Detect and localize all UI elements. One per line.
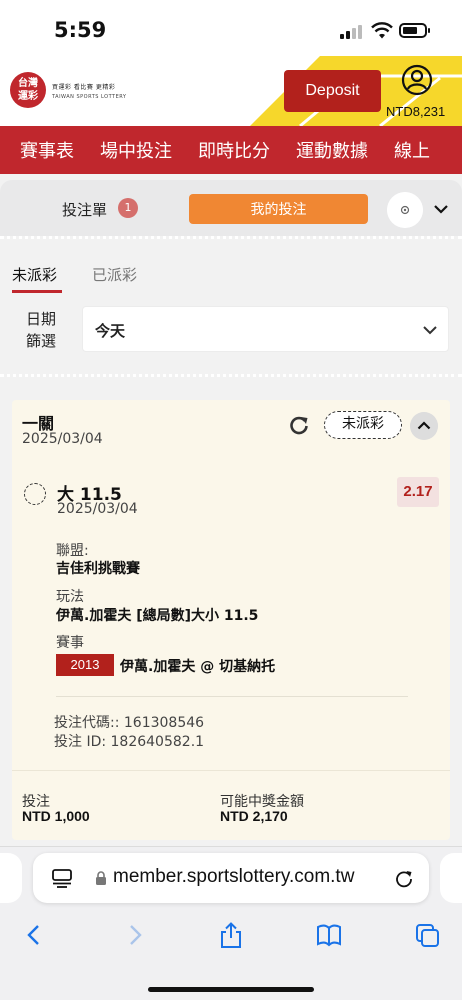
league-label: 聯盟:	[56, 543, 89, 559]
account-balance: NTD8,231	[386, 104, 446, 119]
date-filter-value: 今天	[95, 322, 126, 340]
collapse-chevron-up-icon[interactable]	[410, 412, 438, 440]
divider	[56, 696, 408, 697]
user-account-icon[interactable]	[401, 64, 433, 96]
market-value: 伊萬.加霍夫 [總局數]大小 11.5	[56, 608, 259, 624]
status-bar: 5:59	[0, 0, 462, 56]
nav-item-live-scores[interactable]: 即時比分	[198, 137, 270, 163]
logo-subtitle: TAIWAN SPORTS LOTTERY	[52, 94, 127, 100]
battery-icon	[399, 23, 430, 38]
divider	[0, 374, 462, 377]
nav-item-sports-data[interactable]: 運動數據	[296, 137, 368, 163]
logo[interactable]: 台灣 運彩	[10, 72, 46, 108]
bet-slip-tab[interactable]: 投注單	[62, 199, 107, 220]
divider	[0, 236, 462, 239]
date-filter-label: 日期 篩選	[26, 310, 57, 350]
nav-item-schedule[interactable]: 賽事表	[20, 137, 74, 163]
odds-badge: 2.17	[397, 477, 439, 507]
active-tab-indicator	[12, 290, 62, 293]
bet-date: 2025/03/04	[22, 431, 103, 447]
bet-id: 投注 ID: 182640582.1	[54, 734, 205, 750]
nav-item-online[interactable]: 線上	[394, 137, 430, 163]
tab-settled[interactable]: 已派彩	[92, 264, 137, 285]
share-icon[interactable]	[217, 921, 245, 949]
bet-slip-count-badge: 1	[118, 198, 138, 218]
tabs-icon[interactable]	[413, 921, 441, 949]
home-indicator[interactable]	[148, 987, 314, 992]
status-badge: 未派彩	[324, 411, 402, 439]
address-bar[interactable]: member.sportslottery.com.tw	[33, 853, 429, 903]
url-text: member.sportslottery.com.tw	[113, 866, 355, 887]
bet-card: 一關 2025/03/04 未派彩 大 11.5 2025/03/04 2.17…	[12, 400, 450, 840]
clock: 5:59	[54, 18, 107, 42]
back-icon[interactable]	[20, 921, 48, 949]
reload-icon[interactable]	[393, 867, 415, 889]
bet-summary: 投注 NTD 1,000 可能中獎金額 NTD 2,170	[12, 770, 450, 840]
deposit-button[interactable]: Deposit	[284, 70, 381, 112]
browser-toolbar: member.sportslottery.com.tw	[0, 846, 462, 1000]
stake-value: NTD 1,000	[22, 808, 90, 824]
chevron-down-icon[interactable]	[432, 200, 450, 218]
nav-item-live-betting[interactable]: 場中投注	[100, 137, 172, 163]
market-label: 玩法	[56, 589, 84, 605]
next-tab-preview[interactable]	[440, 853, 462, 903]
lock-icon	[96, 871, 106, 885]
wifi-icon	[371, 22, 393, 39]
bet-history-panel: 未派彩 已派彩 日期 篩選 今天	[0, 250, 462, 380]
league-value: 吉佳利挑戰賽	[56, 561, 140, 577]
forward-icon[interactable]	[121, 921, 149, 949]
date-filter-select[interactable]: 今天	[82, 306, 449, 352]
my-bets-button[interactable]: 我的投注	[189, 194, 368, 224]
previous-tab-preview[interactable]	[0, 853, 22, 903]
site-header: 台灣 運彩 買運彩 看比賽 更精彩 TAIWAN SPORTS LOTTERY D…	[0, 56, 462, 126]
bookmarks-icon[interactable]	[315, 921, 343, 949]
settings-gear-icon[interactable]	[387, 192, 423, 228]
payout-value: NTD 2,170	[220, 808, 288, 824]
event-code-badge: 2013	[56, 654, 114, 676]
event-label: 賽事	[56, 635, 84, 651]
cellular-signal-icon	[340, 25, 364, 39]
main-nav: 賽事表 場中投注 即時比分 運動數據 線上	[0, 126, 462, 174]
chevron-down-icon	[423, 326, 437, 335]
event-name: 伊萬.加霍夫 @ 切基納托	[120, 659, 276, 675]
bet-code: 投注代碼:: 161308546	[54, 715, 205, 731]
refresh-icon[interactable]	[288, 414, 310, 436]
logo-tagline: 買運彩 看比賽 更精彩	[52, 84, 116, 91]
selection-status-icon	[24, 483, 46, 505]
page-menu-icon[interactable]	[51, 868, 73, 888]
selection-date: 2025/03/04	[57, 501, 138, 517]
tab-unsettled[interactable]: 未派彩	[12, 264, 57, 285]
